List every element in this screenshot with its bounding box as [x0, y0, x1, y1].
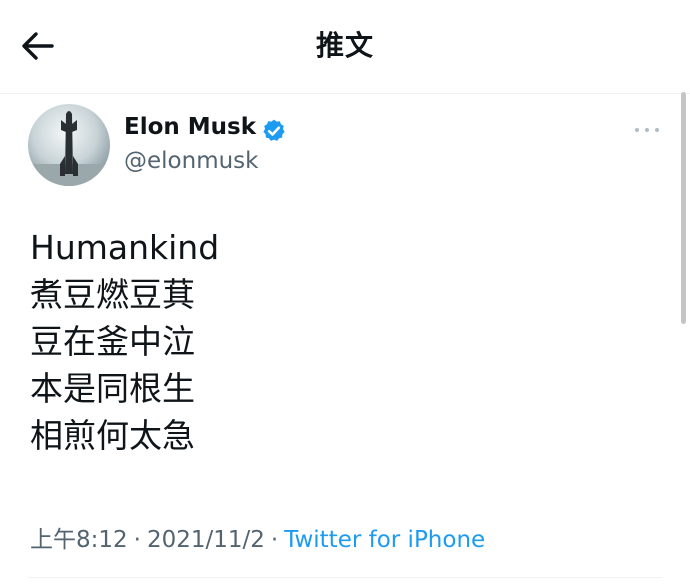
tweet-text: Humankind 煮豆燃豆萁 豆在釜中泣 本是同根生 相煎何太急	[30, 224, 219, 459]
divider	[0, 93, 690, 94]
top-bar: 推文	[0, 0, 690, 94]
author-handle[interactable]: @elonmusk	[124, 148, 258, 174]
more-horizontal-icon-dot	[635, 128, 639, 132]
avatar-image	[28, 104, 110, 186]
tweet-line: 相煎何太急	[30, 416, 195, 455]
more-horizontal-icon-dot	[645, 128, 649, 132]
more-horizontal-icon-dot	[655, 128, 659, 132]
tweet-date[interactable]: 2021/11/2	[147, 527, 265, 553]
tweet-line: 本是同根生	[30, 369, 195, 408]
tweet-line: 豆在釜中泣	[30, 322, 195, 361]
tweet-line: Humankind	[30, 228, 220, 267]
tweet-time[interactable]: 上午8:12	[30, 527, 128, 553]
meta-separator: ·	[133, 527, 141, 553]
tweet-meta: 上午8:12 · 2021/11/2 · Twitter for iPhone	[30, 520, 485, 554]
author-name[interactable]: Elon Musk	[124, 114, 256, 140]
more-options-button[interactable]	[630, 120, 664, 140]
scrollbar[interactable]	[681, 92, 686, 324]
avatar[interactable]	[28, 104, 110, 186]
verified-badge-icon	[261, 118, 287, 144]
tweet-line: 煮豆燃豆萁	[30, 275, 195, 314]
divider	[28, 577, 662, 578]
meta-separator: ·	[270, 527, 279, 553]
page-title: 推文	[315, 29, 374, 62]
tweet-source-link[interactable]: Twitter for iPhone	[284, 527, 485, 553]
